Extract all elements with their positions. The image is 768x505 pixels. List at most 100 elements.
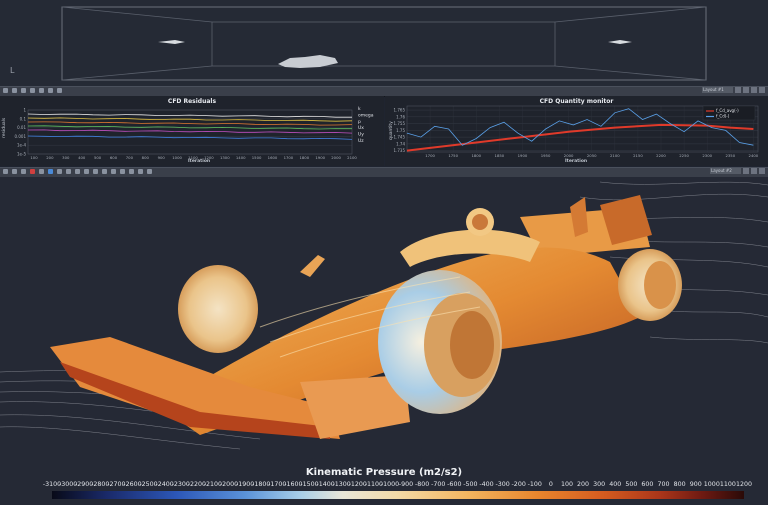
split-horizontal-icon[interactable] [751, 168, 757, 174]
pan-icon[interactable] [66, 169, 71, 174]
pick-icon[interactable] [75, 169, 80, 174]
residuals-legend-item: p [358, 120, 361, 125]
residuals-x-tick: 1600 [268, 155, 278, 160]
colorbar-tick: -700 [431, 481, 446, 488]
residuals-xlabel: Iteration [188, 159, 211, 164]
monitor-y-tick: 1.755 [394, 121, 406, 126]
residuals-x-tick: 2000 [331, 155, 341, 160]
colorbar-tick: -200 [511, 481, 526, 488]
residuals-x-tick: 1700 [284, 155, 294, 160]
residuals-series-omega [27, 117, 353, 122]
camera-icon[interactable] [3, 169, 8, 174]
residuals-series-p [27, 121, 353, 126]
axis-glyph: L [10, 66, 15, 75]
select-cells-icon[interactable] [111, 169, 116, 174]
colorbar-tick: -300 [495, 481, 510, 488]
split-icon[interactable] [12, 88, 17, 93]
colorbar-tick: -1000 [380, 481, 400, 488]
zoom-icon[interactable] [57, 169, 62, 174]
close-icon[interactable] [759, 87, 765, 93]
residuals-x-tick: 1500 [252, 155, 262, 160]
residuals-y-tick: 0.01 [17, 125, 26, 130]
monitor-series-cd [406, 108, 754, 146]
monitor-x-tick: 1800 [471, 153, 481, 158]
monitor-x-tick: 1950 [541, 153, 551, 158]
colorbar-tick: -500 [463, 481, 478, 488]
quantity-monitor-panel[interactable]: CFD Quantity monitor 1.765 1.76 1.755 1.75 1… [385, 96, 768, 166]
monitor-ylabel: quantity [389, 121, 394, 140]
interact-icon[interactable] [48, 169, 53, 174]
residuals-y-tick: 1e-4 [17, 143, 26, 148]
monitor-series-cd-avg [406, 123, 754, 152]
pan-icon[interactable] [48, 88, 53, 93]
monitor-y-tick: 1.745 [394, 135, 406, 140]
clear-selection-icon[interactable] [129, 169, 134, 174]
residuals-x-tick: 500 [94, 155, 102, 160]
monitor-x-tick: 2000 [564, 153, 574, 158]
residuals-x-tick: 700 [126, 155, 134, 160]
monitor-x-tick: 2300 [702, 153, 712, 158]
monitor-x-tick: 2400 [749, 153, 759, 158]
residuals-x-tick: 800 [142, 155, 150, 160]
colorbar-tick: 100 [560, 481, 573, 488]
undo-icon[interactable] [138, 169, 143, 174]
residuals-y-tick: 0.001 [15, 134, 27, 139]
camera-icon[interactable] [3, 88, 8, 93]
reset-icon[interactable] [57, 88, 62, 93]
quantity-monitor-chart: 1.7651.76 1.755 1.75 1.7451.74 1.735 1700 1750… [394, 105, 759, 158]
residuals-x-tick: 600 [110, 155, 118, 160]
residuals-series-k [27, 113, 352, 118]
residuals-y-tick: 1e-5 [17, 152, 26, 157]
domain-overview-viewport[interactable]: L [0, 0, 768, 86]
monitor-x-tick: 2250 [679, 153, 689, 158]
close-icon[interactable] [759, 168, 765, 174]
residuals-x-tick: 400 [78, 155, 86, 160]
grid-icon[interactable] [93, 169, 98, 174]
layout-combo[interactable]: Layout #1 [702, 87, 733, 93]
residuals-x-tick: 1800 [299, 155, 309, 160]
car-render-viewport[interactable] [0, 177, 768, 505]
maximize-icon[interactable] [735, 87, 741, 93]
colorbar-tick: 800 [673, 481, 686, 488]
select-icon[interactable] [21, 88, 26, 93]
colorbar-tick: 0 [548, 481, 553, 488]
colorbar-tick: 1000 [703, 481, 720, 488]
monitor-x-tick: 1850 [495, 153, 505, 158]
residuals-chart-panel[interactable]: CFD Residuals 1 0.1 0.01 0.001 1e-4 1e-5 100 20… [0, 96, 384, 166]
maximize-icon[interactable] [743, 168, 749, 174]
colorbar-tick: -900 [398, 481, 414, 488]
residuals-chart: 1 0.1 0.01 0.001 1e-4 1e-5 100 200 300 400 500 600 7… [15, 106, 374, 161]
colorbar-tick: 900 [689, 481, 702, 488]
select-icon[interactable] [21, 169, 26, 174]
residuals-plot-area: 1 0.1 0.01 0.001 1e-4 1e-5 100 200 300 400 500 600 7… [15, 108, 358, 161]
residuals-y-tick: 0.1 [20, 116, 27, 121]
split-horizontal-icon[interactable] [743, 87, 749, 93]
monitor-x-tick: 1700 [425, 153, 435, 158]
select-points-icon[interactable] [120, 169, 125, 174]
redo-icon[interactable] [147, 169, 152, 174]
rotate-icon[interactable] [39, 169, 44, 174]
ruler-icon[interactable] [84, 169, 89, 174]
monitor-y-tick: 1.765 [394, 108, 406, 113]
residuals-x-tick: 1000 [172, 155, 182, 160]
split-icon[interactable] [12, 169, 17, 174]
monitor-y-tick: 1.75 [396, 128, 405, 133]
rotate-icon[interactable] [30, 88, 35, 93]
residuals-legend-item: Ux [358, 125, 364, 131]
record-icon[interactable] [30, 169, 35, 174]
split-vertical-icon[interactable] [751, 87, 757, 93]
monitor-y-tick: 1.735 [394, 148, 406, 153]
layout-combo[interactable]: Layout #2 [710, 168, 741, 174]
residuals-ylabel: residuals [2, 117, 7, 138]
residuals-x-tick: 300 [62, 155, 70, 160]
pressure-colorbar [52, 491, 744, 499]
colorbar-tick: 1100 [719, 481, 736, 488]
residuals-x-tick: 1400 [236, 155, 246, 160]
domain-box-wireframe [61, 6, 707, 81]
filter-icon[interactable] [102, 169, 107, 174]
monitor-y-tick: 1.74 [396, 141, 405, 146]
zoom-icon[interactable] [39, 88, 44, 93]
residuals-legend-item: Uz [358, 138, 364, 144]
residuals-x-tick: 1900 [315, 155, 325, 160]
monitor-x-tick: 2050 [587, 153, 597, 158]
